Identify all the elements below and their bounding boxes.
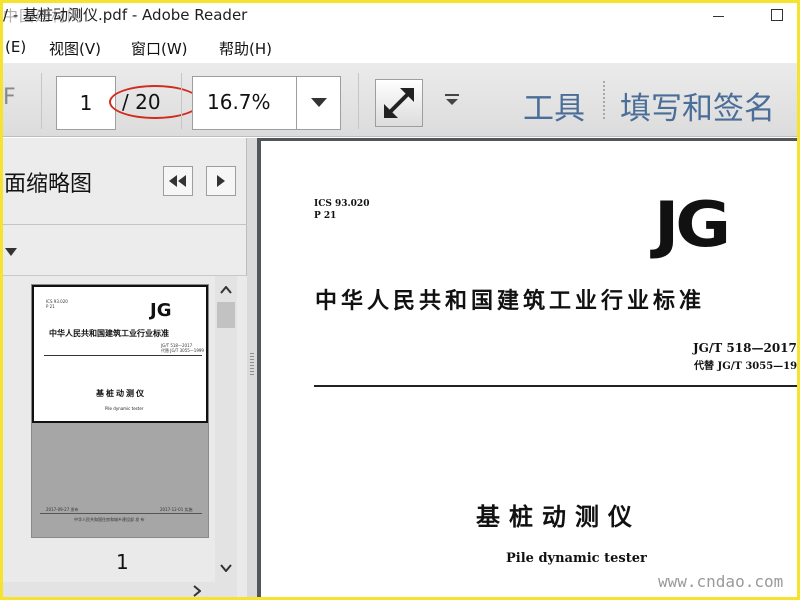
menu-bar: (E) 视图(V) 窗口(W) 帮助(H): [3, 35, 797, 61]
document-page: ICS 93.020 P 21 JG 中华人民共和国建筑工业行业标准 JG/T …: [261, 141, 797, 597]
scroll-thumb[interactable]: [217, 302, 235, 328]
title-bar: 中国建材网 / - 基桩动测仪.pdf - Adobe Reader: [3, 3, 797, 29]
thumb-logo: JG: [150, 300, 172, 321]
toolbar-dotted-separator: [603, 81, 605, 119]
thumb-english: Pile dynamic tester: [105, 406, 144, 411]
doc-replace: 代替 JG/T 3055—1999: [694, 361, 797, 372]
panel-title: 面缩略图: [4, 172, 93, 197]
document-view[interactable]: ICS 93.020 P 21 JG 中华人民共和国建筑工业行业标准 JG/T …: [257, 138, 797, 597]
horizontal-scrollbar[interactable]: [3, 582, 237, 597]
toolbar-cut-label[interactable]: F: [3, 85, 16, 110]
next-panel-button[interactable]: [206, 166, 236, 196]
thumb-date-impl: 2017-12-01 实施: [160, 507, 193, 512]
thumb-heading: 中华人民共和国建筑工业行业标准: [49, 329, 169, 338]
toolbar-separator: [358, 73, 359, 129]
thumbnail-page-number: 1: [116, 550, 129, 574]
fit-page-button[interactable]: [375, 79, 423, 127]
site-watermark: www.cndao.com: [658, 572, 784, 591]
collapse-panel-button[interactable]: [163, 166, 193, 196]
menu-help[interactable]: 帮助(H): [219, 38, 272, 59]
thumb-replace: 代替 JG/T 3055—1999: [161, 348, 204, 353]
menu-view[interactable]: 视图(V): [49, 38, 101, 59]
triangle-down-icon[interactable]: [5, 248, 17, 256]
panel-splitter[interactable]: [247, 138, 257, 597]
thumb-rule: [44, 355, 202, 356]
toolbar-separator: [181, 73, 182, 129]
thumb-footer-rule: [40, 513, 202, 514]
maximize-button[interactable]: [767, 7, 787, 23]
doc-title: 基桩动测仪: [476, 503, 641, 531]
doc-rule: [314, 385, 797, 387]
zoom-select[interactable]: 16.7%: [192, 76, 341, 130]
doc-heading: 中华人民共和国建筑工业行业标准: [315, 289, 706, 314]
double-chevron-left-icon: [169, 175, 186, 187]
scroll-right-icon[interactable]: [193, 585, 201, 597]
app-window: 中国建材网 / - 基桩动测仪.pdf - Adobe Reader (E) 视…: [3, 3, 797, 597]
zoom-dropdown-button[interactable]: [296, 77, 341, 129]
minimize-button[interactable]: [709, 7, 729, 23]
menu-edit[interactable]: (E): [5, 38, 26, 56]
panel-divider: [3, 224, 247, 225]
thumb-issuer: 中华人民共和国住房和城乡建设部 发 布: [74, 517, 145, 522]
thumbnail-panel: 面缩略图 ICS 93.020 P 21 JG 中华人民共和国建筑工业行业标准 …: [3, 138, 247, 597]
toolbar-separator: [41, 73, 42, 129]
vertical-scrollbar[interactable]: [215, 276, 237, 582]
doc-p: P 21: [314, 211, 337, 221]
chevron-down-icon: [311, 98, 327, 107]
window-title: / - 基桩动测仪.pdf - Adobe Reader: [3, 6, 248, 24]
zoom-value: 16.7%: [207, 90, 271, 114]
page-thumbnail[interactable]: ICS 93.020 P 21 JG 中华人民共和国建筑工业行业标准 JG/T …: [31, 284, 209, 538]
tools-link[interactable]: 工具: [523, 83, 585, 128]
thumb-title: 基桩动测仪: [96, 389, 146, 398]
chevron-right-icon: [217, 175, 225, 187]
thumbnail-visible-region: ICS 93.020 P 21 JG 中华人民共和国建筑工业行业标准 JG/T …: [32, 285, 208, 423]
doc-code: JG/T 518—2017: [693, 341, 797, 355]
scroll-down-icon[interactable]: [220, 564, 232, 572]
more-tools-icon[interactable]: [443, 93, 461, 107]
thumb-date-issue: 2017-09-27 发布: [46, 507, 79, 512]
splitter-grip[interactable]: [250, 353, 254, 375]
thumbnail-list: ICS 93.020 P 21 JG 中华人民共和国建筑工业行业标准 JG/T …: [3, 275, 247, 597]
fill-sign-link[interactable]: 填写和签名: [620, 83, 775, 128]
menu-window[interactable]: 窗口(W): [131, 38, 188, 59]
doc-english-title: Pile dynamic tester: [506, 551, 647, 566]
thumb-p: P 21: [46, 304, 55, 309]
scroll-up-icon[interactable]: [220, 286, 232, 294]
expand-icon: [384, 88, 414, 118]
annotation-ellipse: [109, 85, 201, 119]
toolbar: F 1 / 20 16.7% 工具 填写和签名: [3, 63, 797, 137]
doc-logo: JG: [654, 189, 731, 262]
page-number-input[interactable]: 1: [56, 76, 116, 130]
doc-ics: ICS 93.020: [314, 199, 370, 209]
